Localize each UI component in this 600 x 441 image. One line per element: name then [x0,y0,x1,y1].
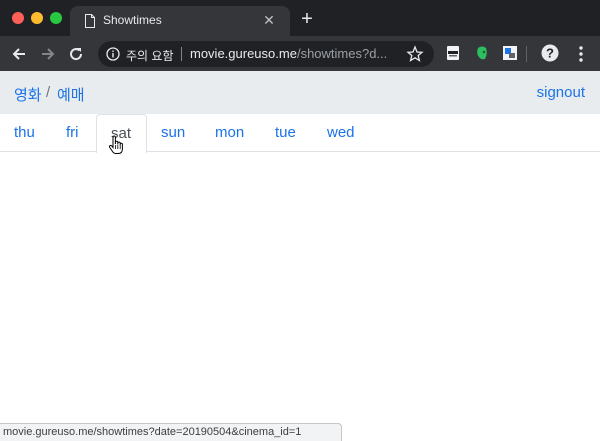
status-url-text: movie.gureuso.me/showtimes?date=20190504… [3,426,302,438]
minimize-window-button[interactable] [31,12,43,24]
incognito-extension-icon[interactable] [445,45,461,61]
close-window-button[interactable] [12,12,24,24]
close-tab-icon[interactable]: ✕ [260,11,278,29]
evernote-extension-icon[interactable] [474,45,490,61]
breadcrumb-separator: / [46,84,51,101]
back-button[interactable] [7,42,31,66]
tab-thu[interactable]: thu [14,124,35,141]
new-tab-button[interactable]: + [296,8,318,30]
document-icon [85,14,95,28]
site-navbar: 영화 / 예매 signout [0,71,600,114]
browser-toolbar: 주의 요함 movie.gureuso.me/showtimes?d... ? [0,36,600,71]
tab-title: Showtimes [103,13,162,27]
url-text[interactable]: movie.gureuso.me/showtimes?d... [190,46,387,61]
browser-tab-strip: Showtimes ✕ + [0,0,600,36]
toolbar-divider [526,46,527,62]
url-path: /showtimes?d... [296,46,388,61]
breadcrumb-movie-link[interactable]: 영화 [14,84,42,105]
security-status[interactable]: 주의 요함 [126,47,174,64]
tab-wed[interactable]: wed [327,124,355,141]
info-icon[interactable] [106,47,120,61]
arrow-right-icon [42,48,55,60]
bookmark-star-icon[interactable] [406,45,424,63]
tab-mon[interactable]: mon [215,124,244,141]
reload-icon [70,48,83,61]
status-url-bubble: movie.gureuso.me/showtimes?date=20190504… [0,423,342,441]
tab-sun[interactable]: sun [161,124,185,141]
help-icon[interactable]: ? [541,44,559,62]
tab-tue[interactable]: tue [275,124,296,141]
address-bar[interactable]: 주의 요함 movie.gureuso.me/showtimes?d... [98,41,434,67]
tab-fri[interactable]: fri [66,124,79,141]
hand-pointer-icon [108,135,123,154]
svg-text:?: ? [546,46,554,61]
more-vertical-icon[interactable] [574,45,588,63]
arrow-left-icon [12,48,25,60]
breadcrumb-booking-link[interactable]: 예매 [57,84,85,105]
fullscreen-window-button[interactable] [50,12,62,24]
reload-button[interactable] [64,42,88,66]
day-tabs: thu fri sat sun mon tue wed [0,114,600,153]
translate-extension-icon[interactable] [502,45,518,61]
url-host: movie.gureuso.me [190,46,297,61]
page-content: 영화 / 예매 signout thu fri sat sun mon tue … [0,71,600,441]
browser-tab[interactable]: Showtimes ✕ [70,6,290,36]
forward-button[interactable] [36,42,60,66]
omnibox-divider [181,47,182,61]
signout-link[interactable]: signout [537,84,585,101]
